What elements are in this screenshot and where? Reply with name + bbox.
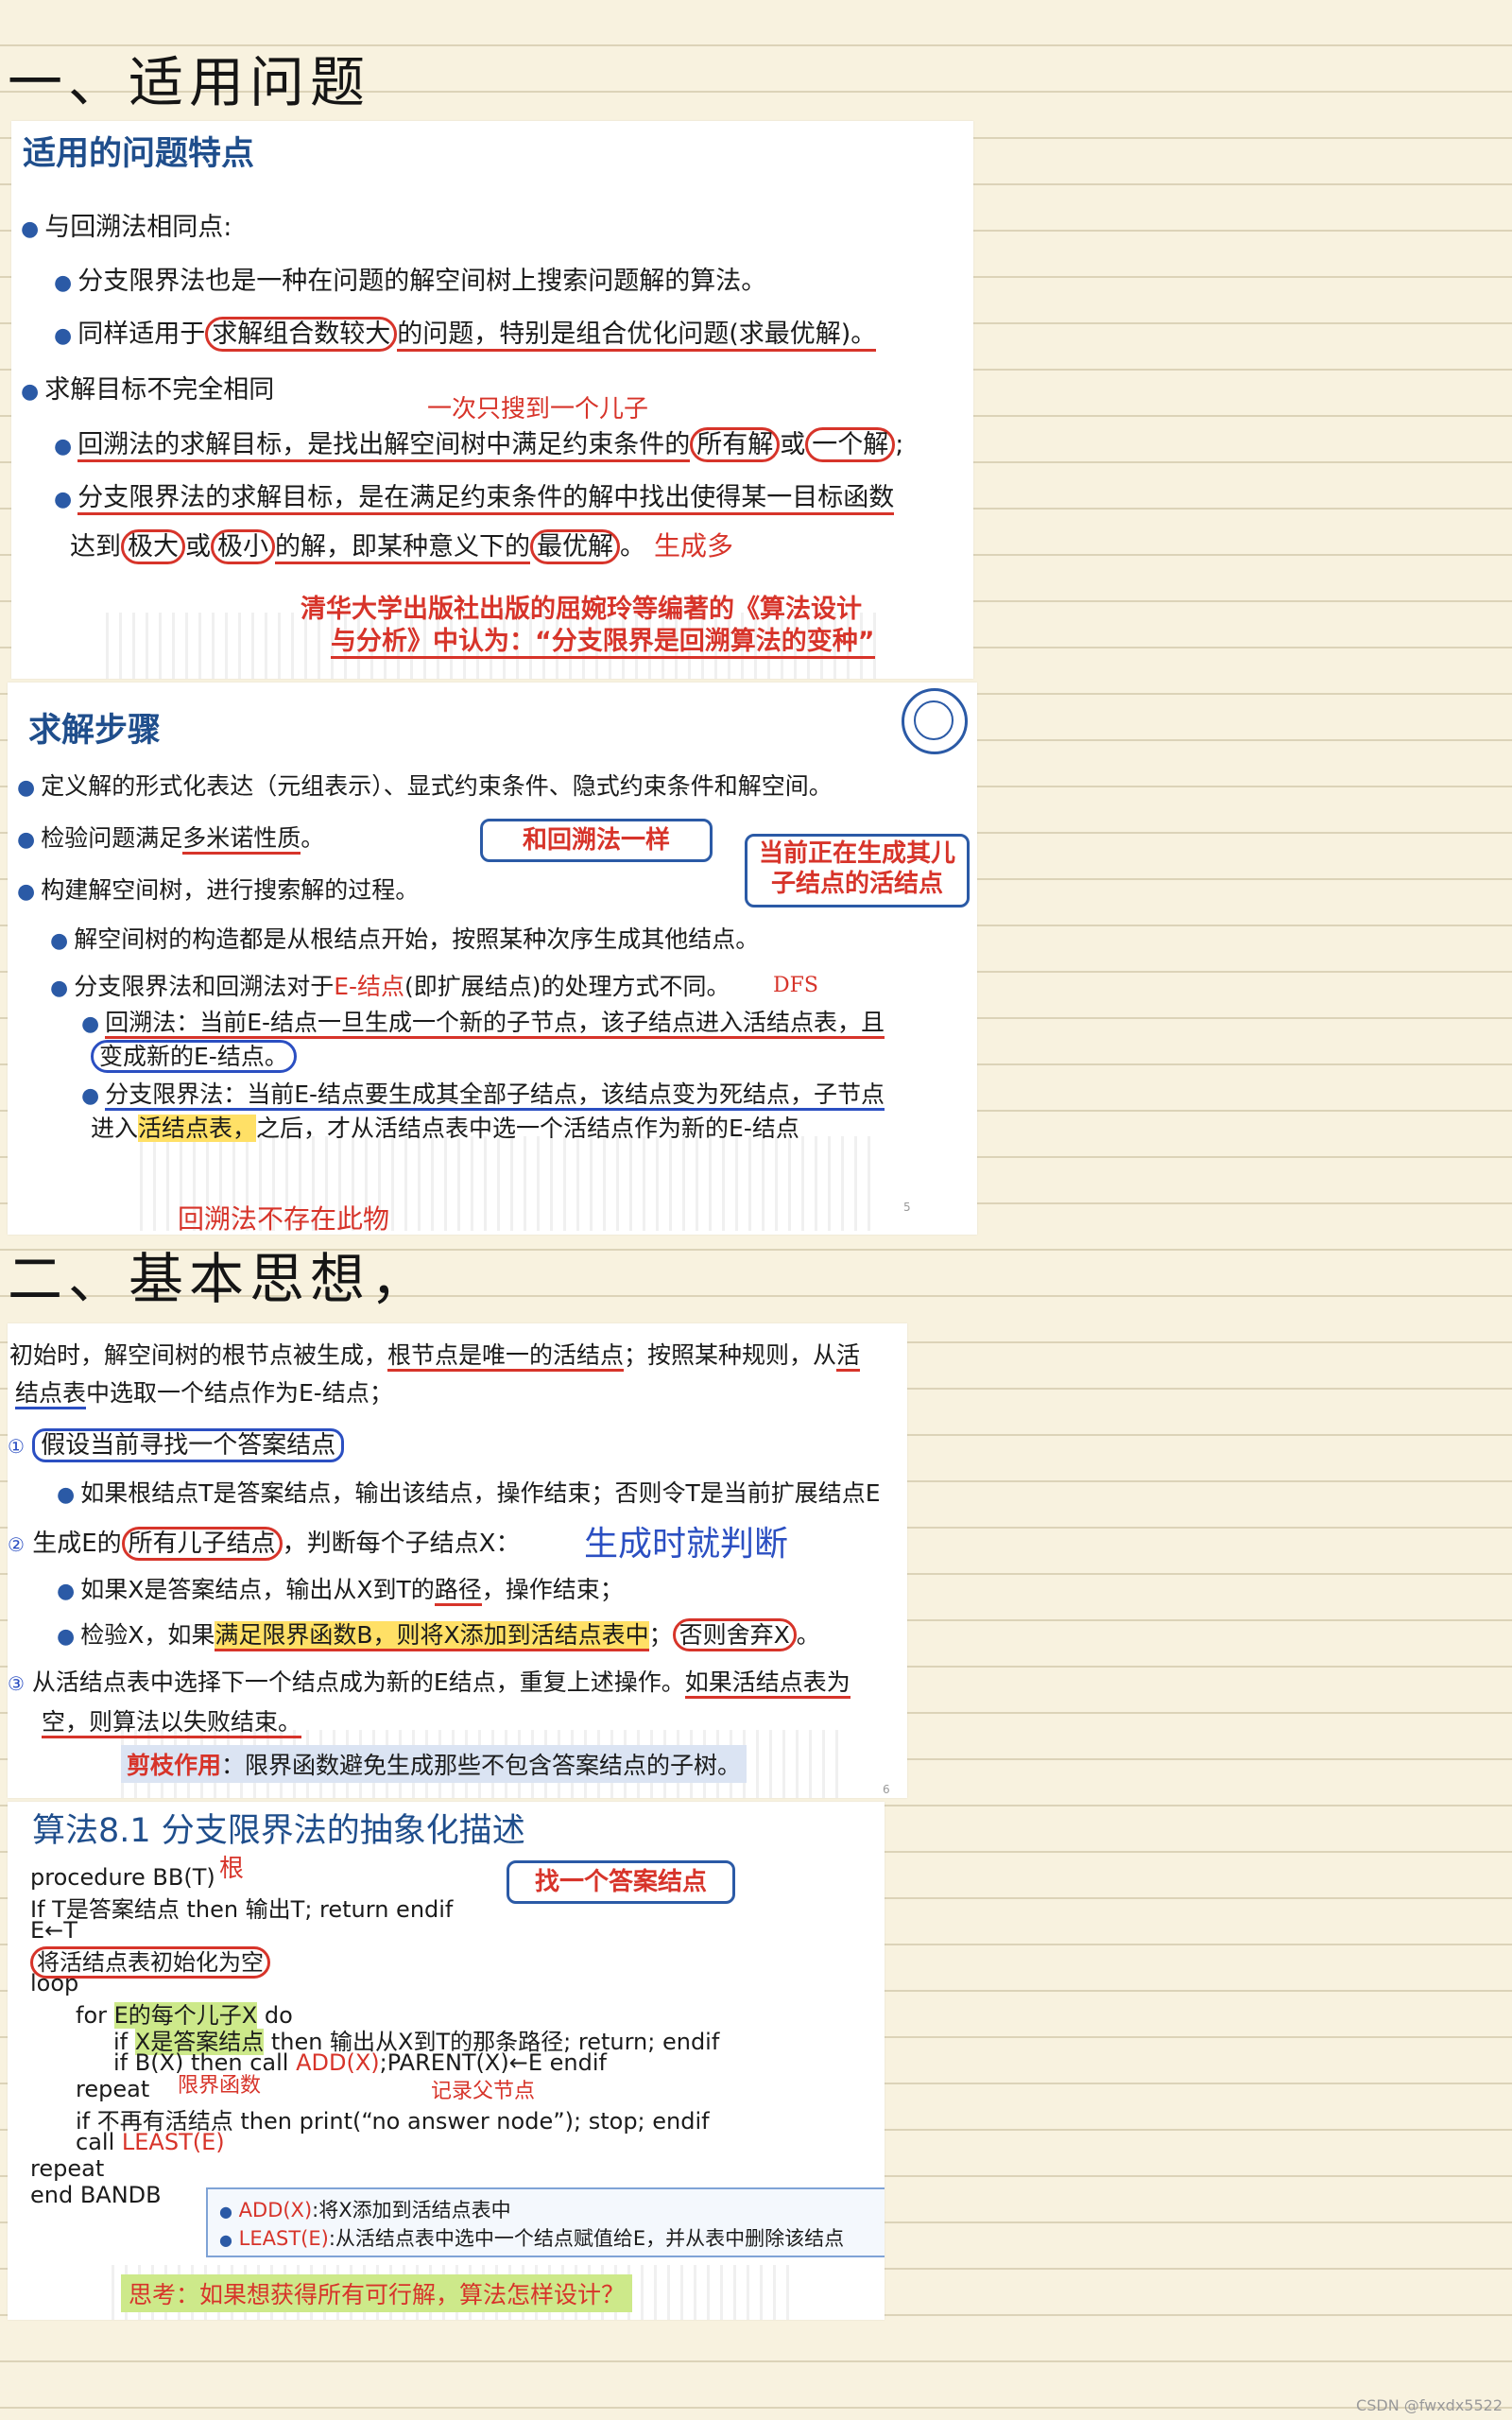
- text-line: ● 解空间树的构造都是从根结点开始，按照某种次序生成其他结点。: [50, 925, 760, 953]
- university-logo-icon: [902, 688, 968, 754]
- bullet-icon: ●: [54, 271, 73, 295]
- code-line: repeat: [76, 2076, 150, 2102]
- text-line: ● 分支限界法也是一种在问题的解空间树上搜索问题解的算法。: [54, 267, 767, 296]
- handwritten-note: 记录父节点: [431, 2080, 536, 2103]
- bullet-icon: ●: [50, 977, 69, 1000]
- code-line: E←T: [30, 1917, 77, 1944]
- annotation-box: 和回溯法一样: [480, 819, 713, 862]
- bullet-icon: ●: [17, 880, 36, 904]
- page-number: 6: [883, 1783, 890, 1796]
- bullet-icon: ●: [219, 2203, 232, 2221]
- text-line: ② 生成E的 所有儿子结点 ，判断每个子结点X：: [8, 1524, 520, 1561]
- text-line: ● 检验问题满足多米诺性质。: [17, 820, 324, 855]
- slide-basic-idea: 初始时，解空间树的根节点被生成，根节点是唯一的活结点；按照某种规则，从活 结点表…: [8, 1323, 907, 1798]
- text-line: 剪枝作用：限界函数避免生成那些不包含答案结点的子树。: [121, 1745, 747, 1783]
- text-line: ● 检验X，如果满足限界函数B，则将X添加到活结点表中； 否则舍弃X。: [57, 1616, 820, 1651]
- handwritten-note: 生成多: [654, 530, 734, 562]
- text-line: 进入活结点表，之后，才从活结点表中选一个活结点作为新的E-结点: [91, 1115, 799, 1142]
- slide-algorithm: 算法8.1 分支限界法的抽象化描述 找一个答案结点 根 procedure BB…: [8, 1802, 885, 2320]
- text-line: ● 分支限界法的求解目标，是在满足约束条件的解中找出使得某一目标函数: [54, 476, 895, 515]
- text-line: ● 定义解的形式化表达（元组表示）、显式约束条件、隐式约束条件和解空间。: [17, 772, 833, 800]
- text-line: ● 回溯法：当前E-结点一旦生成一个新的子节点，该子结点进入活结点表，且: [81, 1004, 885, 1039]
- bullet-icon: ●: [17, 828, 36, 852]
- bullet-icon: ●: [21, 380, 40, 404]
- text-line: ● 回溯法的求解目标，是找出解空间树中满足约束条件的 所有解或一个解;: [54, 424, 903, 462]
- handwritten-note: 根: [219, 1855, 245, 1883]
- annotation-box: 找一个答案结点: [507, 1860, 735, 1904]
- bullet-icon: ●: [54, 488, 73, 511]
- legend-item: ● ADD(X):将X添加到活结点表中: [219, 2199, 511, 2221]
- text-line: ● 求解目标不完全相同: [21, 375, 275, 405]
- code-line: repeat: [30, 2155, 105, 2182]
- text-line: ● 同样适用于 求解组合数较大 的问题，特别是组合优化问题(求最优解)。: [54, 313, 877, 352]
- code-line: If T是答案结点 then 输出T; return endif: [30, 1896, 454, 1923]
- slide-heading: 求解步骤: [28, 712, 162, 750]
- bullet-icon: ●: [21, 217, 40, 241]
- slide-solving-steps: 求解步骤 ● 定义解的形式化表达（元组表示）、显式约束条件、隐式约束条件和解空间。…: [8, 683, 977, 1235]
- slide-heading: 适用的问题特点: [23, 135, 255, 173]
- bullet-icon: ●: [50, 929, 69, 953]
- annotation-box: 当前正在生成其儿 子结点的活结点: [745, 834, 970, 908]
- source-note: 与分析》中认为：“分支限界是回溯算法的变种”: [331, 620, 875, 659]
- step-number: ②: [8, 1533, 25, 1556]
- think-question: 思考：如果想获得所有可行解，算法怎样设计？: [121, 2274, 633, 2312]
- text-line: 初始时，解空间树的根节点被生成，根节点是唯一的活结点；按照某种规则，从活: [9, 1337, 861, 1372]
- slide-heading: 算法8.1 分支限界法的抽象化描述: [32, 1812, 525, 1850]
- code-line: end BANDB: [30, 2182, 162, 2208]
- bullet-icon: ●: [81, 1084, 100, 1108]
- bullet-icon: ●: [54, 435, 73, 458]
- code-line: call LEAST(E): [76, 2129, 225, 2155]
- handwritten-note: 一次只搜到一个儿子: [427, 395, 649, 424]
- bullet-icon: ●: [219, 2231, 232, 2249]
- bullet-icon: ●: [57, 1625, 76, 1649]
- text-line: ③ 从活结点表中选择下一个结点成为新的E结点，重复上述操作。如果活结点表为: [8, 1664, 850, 1699]
- text-line: 达到 极大或极小 的解，即某种意义下的 最优解。: [70, 526, 645, 564]
- handwritten-note: 限界函数: [178, 2074, 262, 2098]
- text-line: 结点表中选取一个结点作为E-结点；: [15, 1374, 393, 1409]
- step-number: ③: [8, 1672, 25, 1695]
- code-line: procedure BB(T): [30, 1864, 215, 1891]
- slide-applicable-features: 适用的问题特点 ● 与回溯法相同点: ● 分支限界法也是一种在问题的解空间树上搜索问…: [11, 121, 973, 679]
- step-number: ①: [8, 1435, 25, 1458]
- bullet-icon: ●: [17, 776, 36, 800]
- text-line: ● 分支限界法和回溯法对于E-结点(即扩展结点)的处理方式不同。: [50, 973, 730, 1000]
- legend-box: ● ADD(X):将X添加到活结点表中 ● LEAST(E):从活结点表中选中一…: [206, 2187, 885, 2257]
- code-line: loop: [30, 1970, 79, 1996]
- bullet-icon: ●: [54, 324, 73, 348]
- section-title-2: 二、基本思想，: [8, 1247, 432, 1311]
- text-line: ● 与回溯法相同点:: [21, 213, 232, 242]
- text-line: ● 构建解空间树，进行搜索解的过程。: [17, 876, 420, 904]
- text-line: 变成新的E-结点。: [91, 1038, 297, 1073]
- bullet-icon: ●: [81, 1012, 100, 1036]
- text-line: ① 假设当前寻找一个答案结点: [8, 1426, 345, 1462]
- page-number: 5: [903, 1201, 911, 1214]
- handwritten-note: 回溯法不存在此物: [178, 1203, 390, 1235]
- text-line: ● 如果根结点T是答案结点，输出该结点，操作结束；否则令T是当前扩展结点E: [57, 1479, 881, 1507]
- text-line: 空，则算法以失败结束。: [42, 1703, 302, 1738]
- text-line: ● 如果X是答案结点，输出从X到T的路径，操作结束；: [57, 1571, 624, 1606]
- bullet-icon: ●: [57, 1483, 76, 1507]
- legend-item: ● LEAST(E):从活结点表中选中一个结点赋值给E，并从表中删除该结点: [219, 2227, 845, 2250]
- text-line: ● 分支限界法：当前E-结点要生成其全部子结点，该结点变为死结点，子节点: [81, 1076, 885, 1111]
- section-title-1: 一、适用问题: [8, 50, 371, 114]
- bullet-icon: ●: [57, 1580, 76, 1603]
- footer-watermark: CSDN @fwxdx5522: [1356, 2396, 1503, 2414]
- handwritten-note: 生成时就判断: [584, 1525, 789, 1564]
- handwritten-note: DFS: [773, 974, 818, 997]
